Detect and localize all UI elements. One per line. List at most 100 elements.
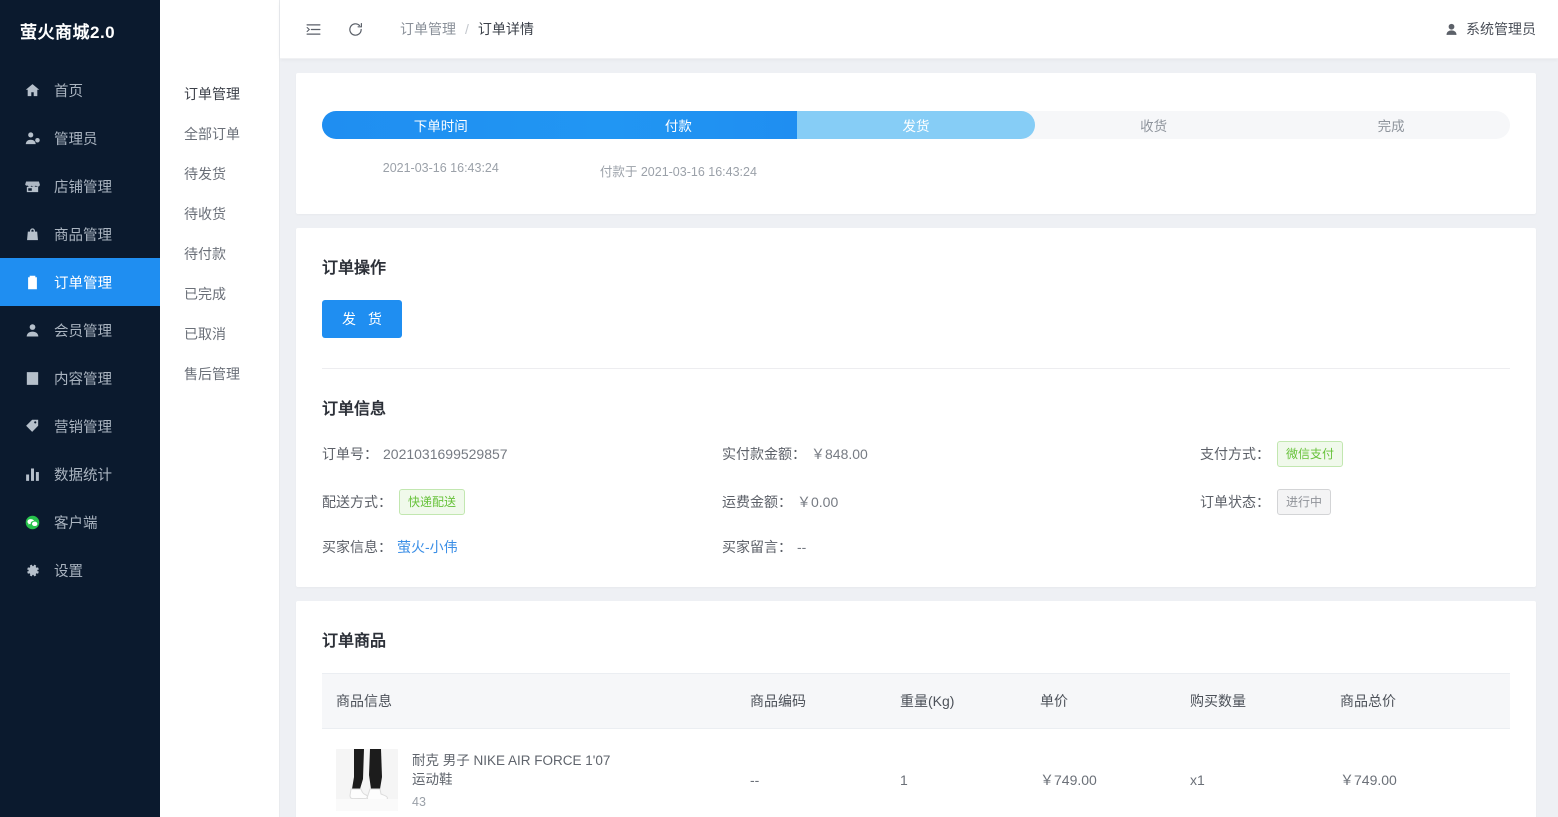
order-status-label: 订单状态： (1200, 494, 1270, 510)
submenu-item-order-management[interactable]: 订单管理 (160, 74, 279, 114)
order-goods-title: 订单商品 (322, 633, 387, 650)
order-status-field: 订单状态： 进行中 (1122, 489, 1510, 515)
freight-value: ￥0.00 (797, 494, 839, 510)
order-detail-card: 订单操作 发 货 订单信息 订单号： 2021031699529857 实付款金… (296, 228, 1536, 587)
tag-icon (24, 418, 41, 435)
order-operations-title: 订单操作 (322, 260, 387, 277)
col-weight: 重量(Kg) (900, 673, 1040, 729)
order-no-field: 订单号： 2021031699529857 (322, 441, 722, 467)
document-icon (24, 370, 41, 387)
order-goods-card: 订单商品 商品信息 商品编码 重量(Kg) 单价 购买数量 商品总价 耐克 男子… (296, 601, 1536, 817)
user-menu[interactable]: 系统管理员 (1444, 19, 1536, 39)
sidebar-item-shop[interactable]: 店铺管理 (0, 162, 160, 210)
cell-quantity: x1 (1190, 728, 1340, 817)
sidebar-item-settings[interactable]: 设置 (0, 546, 160, 594)
step-receipt: 收货 (1140, 119, 1168, 134)
order-progress-card: 下单时间 付款 发货 收货 完成 2021-03-16 16:43:24 付款于… (296, 73, 1536, 214)
buyer-field: 买家信息： 萤火-小伟 (322, 537, 722, 557)
paid-amount-value: ￥848.00 (811, 446, 868, 462)
user-icon (24, 322, 41, 339)
sidebar-item-statistics[interactable]: 数据统计 (0, 450, 160, 498)
cell-goods-info: 耐克 男子 NIKE AIR FORCE 1'07 运动鞋 43 (322, 728, 750, 817)
submenu-item-cancelled[interactable]: 已取消 (160, 314, 279, 354)
breadcrumb-current: 订单详情 (477, 21, 534, 37)
pay-method-field: 支付方式： 微信支付 (1122, 441, 1510, 467)
submenu-item-aftersales[interactable]: 售后管理 (160, 354, 279, 394)
product-name: 耐克 男子 NIKE AIR FORCE 1'07 运动鞋 (412, 753, 611, 787)
sidebar-item-orders[interactable]: 订单管理 (0, 258, 160, 306)
delivery-tag: 快递配送 (399, 489, 466, 515)
sidebar-item-client[interactable]: 客户端 (0, 498, 160, 546)
breadcrumb-parent[interactable]: 订单管理 (400, 19, 456, 39)
sidebar-item-content[interactable]: 内容管理 (0, 354, 160, 402)
sidebar-item-label: 内容管理 (54, 371, 112, 388)
delivery-field: 配送方式： 快递配送 (322, 489, 722, 515)
shop-icon (24, 178, 41, 195)
primary-sidebar: 萤火商城2.0 首页 管理员 店铺管理 商品管理 订单管理 会员管理 内容管理 … (0, 0, 160, 817)
sidebar-nav: 首页 管理员 店铺管理 商品管理 订单管理 会员管理 内容管理 营销管理 数据统… (0, 60, 160, 594)
pay-method-tag: 微信支付 (1277, 441, 1344, 467)
bag-icon (24, 226, 41, 243)
pay-method-label: 支付方式： (1200, 446, 1270, 462)
remark-value: -- (797, 539, 807, 555)
sidebar-item-label: 店铺管理 (54, 179, 112, 196)
submenu-item-pending-receipt[interactable]: 待收货 (160, 194, 279, 234)
delivery-label: 配送方式： (322, 494, 392, 510)
refresh-icon[interactable] (342, 16, 368, 42)
buyer-value[interactable]: 萤火-小伟 (397, 537, 458, 557)
sidebar-item-goods[interactable]: 商品管理 (0, 210, 160, 258)
step-time-payment: 付款于 2021-03-16 16:43:24 (599, 165, 757, 179)
table-head: 商品信息 商品编码 重量(Kg) 单价 购买数量 商品总价 (322, 673, 1510, 729)
remark-label: 买家留言： (722, 539, 792, 555)
step-time-complete (1272, 161, 1510, 180)
breadcrumb-separator: / (465, 21, 469, 37)
col-unit-price: 单价 (1040, 673, 1190, 729)
sidebar-item-label: 首页 (54, 83, 83, 100)
step-payment: 付款 (664, 119, 692, 134)
freight-label: 运费金额： (722, 494, 792, 510)
breadcrumb: 订单管理 / 订单详情 (400, 19, 534, 39)
clipboard-icon (24, 274, 41, 291)
sidebar-item-label: 客户端 (54, 515, 98, 532)
main-region: 订单管理 / 订单详情 系统管理员 下单时间 付款 发货 收货 完成 2021-… (280, 0, 1558, 817)
sidebar-item-marketing[interactable]: 营销管理 (0, 402, 160, 450)
order-goods-table: 商品信息 商品编码 重量(Kg) 单价 购买数量 商品总价 耐克 男子 NIKE… (322, 673, 1510, 817)
table-header-row: 商品信息 商品编码 重量(Kg) 单价 购买数量 商品总价 (322, 673, 1510, 729)
sidebar-item-admin[interactable]: 管理员 (0, 114, 160, 162)
order-info-title: 订单信息 (322, 401, 387, 418)
submenu-item-completed[interactable]: 已完成 (160, 274, 279, 314)
cell-weight: 1 (900, 728, 1040, 817)
ship-button[interactable]: 发 货 (322, 300, 402, 338)
order-progress-bar: 下单时间 付款 发货 收货 完成 (322, 111, 1510, 139)
order-submenu: 订单管理 全部订单 待发货 待收货 待付款 已完成 已取消 售后管理 (160, 0, 280, 817)
user-name: 系统管理员 (1466, 21, 1536, 37)
sidebar-item-label: 数据统计 (54, 467, 112, 484)
nike-shoes-photo[interactable] (336, 749, 398, 811)
home-icon (24, 82, 41, 99)
cell-goods-code: -- (750, 728, 900, 817)
order-status-tag: 进行中 (1277, 489, 1332, 515)
order-info-section: 订单信息 订单号： 2021031699529857 实付款金额： ￥848.0… (322, 369, 1510, 557)
menu-collapse-icon[interactable] (300, 16, 326, 42)
admin-user-icon (24, 130, 41, 147)
submenu-item-pending-payment[interactable]: 待付款 (160, 234, 279, 274)
col-quantity: 购买数量 (1190, 673, 1340, 729)
sidebar-item-members[interactable]: 会员管理 (0, 306, 160, 354)
step-time-receipt (1035, 161, 1273, 180)
gear-icon (24, 562, 41, 579)
col-goods-code: 商品编码 (750, 673, 900, 729)
paid-amount-label: 实付款金额： (722, 446, 806, 462)
brand-title: 萤火商城2.0 (20, 22, 116, 42)
user-avatar-icon (1444, 22, 1459, 37)
sidebar-item-home[interactable]: 首页 (0, 66, 160, 114)
step-shipping: 发货 (902, 119, 930, 134)
step-time-place-order: 2021-03-16 16:43:24 (382, 161, 499, 175)
submenu-item-pending-shipment[interactable]: 待发货 (160, 154, 279, 194)
step-complete: 完成 (1377, 119, 1405, 134)
page-content: 下单时间 付款 发货 收货 完成 2021-03-16 16:43:24 付款于… (280, 59, 1558, 817)
order-no-value: 2021031699529857 (383, 446, 508, 462)
order-info-grid: 订单号： 2021031699529857 实付款金额： ￥848.00 支付方… (322, 441, 1510, 557)
submenu-item-all-orders[interactable]: 全部订单 (160, 114, 279, 154)
sidebar-item-label: 订单管理 (54, 275, 112, 292)
remark-field: 买家留言： -- (722, 537, 1122, 557)
